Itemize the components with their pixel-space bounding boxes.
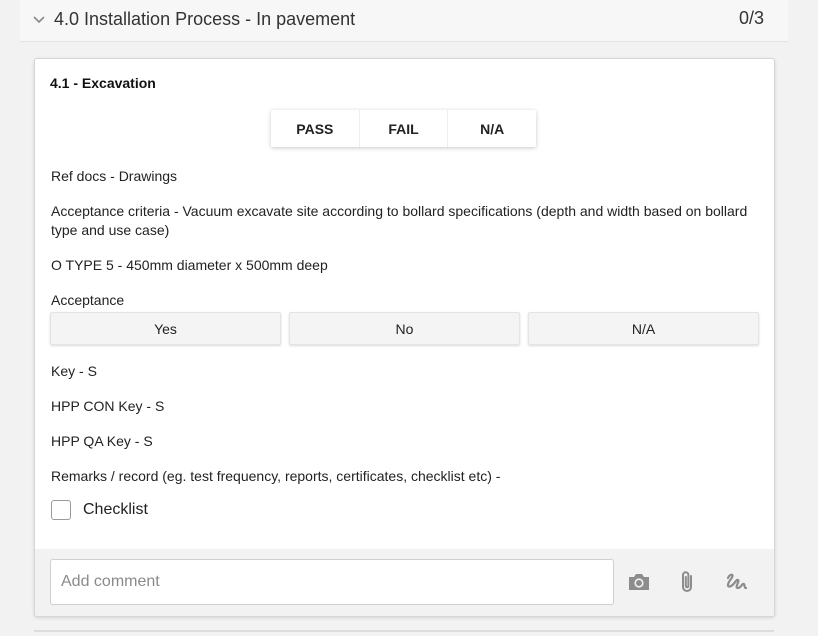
section-progress-count: 0/3 [738, 8, 764, 28]
signature-icon[interactable] [723, 569, 749, 595]
ref-docs-text: Ref docs - Drawings [51, 168, 178, 184]
chevron-down-icon[interactable] [32, 13, 46, 27]
checklist-checkbox[interactable] [51, 500, 71, 520]
comment-input[interactable] [50, 559, 614, 605]
checklist-label[interactable]: Checklist [83, 501, 148, 519]
result-button-group: PASS FAIL N/A [271, 110, 536, 147]
paperclip-icon[interactable] [675, 569, 701, 595]
acceptance-na-button[interactable]: N/A [528, 312, 759, 345]
type-spec-text: O TYPE 5 - 450mm diameter x 500mm deep [51, 257, 328, 273]
pass-button[interactable]: PASS [271, 110, 360, 147]
hpp-qa-key-text: HPP QA Key - S [51, 433, 153, 449]
acceptance-options: Yes No N/A [50, 312, 759, 345]
next-section-edge [34, 630, 774, 632]
hpp-con-key-text: HPP CON Key - S [51, 398, 165, 414]
acceptance-yes-button[interactable]: Yes [50, 312, 281, 345]
camera-icon[interactable] [626, 569, 652, 595]
checklist-row[interactable]: Checklist [51, 500, 148, 520]
fail-button[interactable]: FAIL [360, 110, 449, 147]
comment-bar [35, 549, 774, 616]
na-button[interactable]: N/A [448, 110, 536, 147]
key-text: Key - S [51, 363, 97, 379]
remarks-text: Remarks / record (eg. test frequency, re… [51, 468, 501, 484]
section-title: 4.0 Installation Process - In pavement [54, 9, 356, 29]
section-header[interactable]: 4.0 Installation Process - In pavement 0… [20, 0, 788, 42]
acceptance-label: Acceptance [51, 292, 125, 308]
acceptance-no-button[interactable]: No [289, 312, 520, 345]
item-title: 4.1 - Excavation [50, 75, 156, 91]
acceptance-criteria-text: Acceptance criteria - Vacuum excavate si… [51, 203, 748, 238]
inspection-item-card: 4.1 - Excavation PASS FAIL N/A Ref docs … [34, 58, 775, 617]
